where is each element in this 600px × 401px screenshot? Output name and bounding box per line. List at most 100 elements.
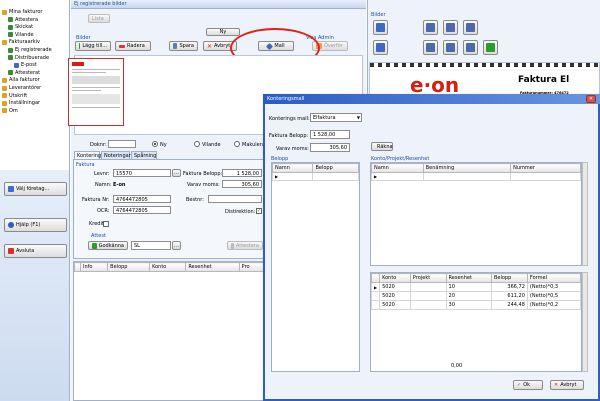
belopp-row[interactable]: ▶ [271,172,359,181]
radio-vilande[interactable] [194,141,200,147]
dialog-mall-value: Elfaktura [313,115,336,121]
column-header[interactable]: Belopp [490,273,528,283]
tab-0[interactable]: Kontering [74,151,101,159]
tree-item[interactable]: Om [2,108,18,114]
tree-item[interactable]: Vilande [8,32,34,38]
doknr-label: Doknr: [90,142,107,148]
tab-2[interactable]: Spårning [131,151,157,159]
radio-ny[interactable] [152,141,158,147]
rows-grid-scrollbar[interactable] [582,272,588,372]
transfer-label: Överför [324,43,343,49]
column-header[interactable]: Projekt [409,273,447,283]
dialog-moms-field[interactable]: 305,60 [310,143,350,152]
page-tool-button[interactable] [423,20,438,35]
dialog-moms-label: Varav moms: [276,146,309,152]
ocr-field[interactable]: 4764472805 [113,206,171,214]
folder-icon [8,70,13,76]
edit-tool-button[interactable] [373,40,388,55]
cell-resenhet: 30 [445,300,492,310]
tree-item[interactable]: Ej registrerade [8,47,52,53]
column-header[interactable]: Belopp [107,262,151,272]
exit-button[interactable]: Avsluta [4,244,67,258]
tree-item[interactable]: Inställningar [2,100,40,106]
table-row[interactable]: ▶ 5020 10 366,72 (Netto)*0,3 [370,282,582,292]
tree-item[interactable]: Fakturaarkiv [2,39,40,45]
column-header[interactable]: Namn [271,163,314,173]
berakna-button[interactable]: Räkna [371,142,393,151]
column-header[interactable]: Info [79,262,109,272]
new-button[interactable]: Ny [206,28,240,36]
page-icon [466,23,475,32]
table-row[interactable]: 5020 30 244,48 (Netto)*0,2 [370,300,582,310]
fakturanr-field[interactable]: 4764472805 [113,195,171,203]
chevron-down-icon: ▼ [356,115,360,120]
column-header[interactable]: Formel [526,273,582,283]
save-icon [173,43,178,49]
tree-item[interactable]: Skickat [8,24,33,30]
tree-item[interactable]: Utskrift [2,93,27,99]
change-company-button[interactable]: Välj företag... [4,182,67,196]
list-button[interactable]: Lista [88,14,110,23]
godkanna-button[interactable]: Godkänna [88,241,128,250]
attest-code-field[interactable]: SL [131,241,171,250]
column-header[interactable]: Konto [149,262,187,272]
dialog-mall-select[interactable]: Elfaktura ▼ [310,113,362,122]
attest-lookup-button[interactable]: … [172,241,181,250]
belopp-field[interactable]: 1 528,00 [222,169,262,177]
levnr-field[interactable]: 15570 [113,169,171,177]
zoom-icon [376,23,385,32]
attestera-button[interactable]: Attestera [227,241,263,250]
konto-grid-scrollbar[interactable] [582,162,588,266]
column-header[interactable]: Resenhet [445,273,492,283]
tree-item[interactable]: Mina fakturor [2,9,42,15]
column-header[interactable]: Nummer [510,163,581,173]
dialog-title: Konteringsmall [267,96,305,102]
close-icon: ✕ [554,382,559,388]
bestnr-field[interactable] [208,195,262,203]
folder-icon [8,24,13,30]
konto-row[interactable]: ▶ [371,172,581,181]
tree-item[interactable]: Leverantörer [2,85,41,91]
save-button[interactable]: Spara [169,41,198,51]
table-row[interactable]: 5020 20 611,20 (Netto)*0,5 [370,291,582,301]
distriktion-checkbox[interactable]: ✓ [256,208,262,214]
page-tool-button[interactable] [463,20,478,35]
column-header[interactable]: Konto [379,273,411,283]
radio-makulerad[interactable] [234,141,240,147]
ocr-value: 4764472805 [116,208,148,214]
column-header[interactable]: Benämning [422,163,512,173]
help-button[interactable]: Hjälp (F1) [4,218,67,232]
dialog-cancel-button[interactable]: ✕ Avbryt [550,380,584,390]
close-icon: ✕ [207,42,213,50]
tree-item[interactable]: E-post [14,62,37,68]
tab-1[interactable]: Noteringar [101,151,131,159]
moms-field[interactable]: 305,60 [222,180,262,188]
tree-item[interactable]: Distribuerade [8,55,49,61]
dialog-close-button[interactable]: ✕ [586,95,596,103]
dialog-belopp-field[interactable]: 1 528,00 [310,130,350,139]
tree-item-label: Leverantörer [9,85,42,91]
page-tool-button[interactable] [443,20,458,35]
column-header[interactable]: Namn [371,163,424,173]
column-header[interactable]: Belopp [312,163,359,173]
levnr-lookup-button[interactable]: … [172,169,181,177]
tree-item[interactable]: Alla fakturor [2,77,40,83]
delete-button[interactable]: Radera [115,41,151,51]
scan-tool-button[interactable] [423,40,438,55]
rotate-tool-button[interactable] [483,40,498,55]
tree-item[interactable]: Attesterat [8,70,40,76]
invoice-thumbnail[interactable] [68,58,124,126]
tree-item-label: Utskrift [9,92,28,99]
doknr-field[interactable] [108,140,136,148]
tree-item[interactable]: Attestera [8,17,38,23]
column-header[interactable]: Pro [238,262,265,272]
page-tool-button[interactable] [463,40,478,55]
print-tool-button[interactable] [443,40,458,55]
zoom-tool-button[interactable] [373,20,388,35]
sidebar-bottom [0,170,70,401]
belopp-label: Faktura Belopp: [183,171,223,177]
dialog-konto-grid: Namn Benämning Nummer ▶ [370,162,582,266]
column-header[interactable]: Resenhet [185,262,240,272]
add-button[interactable]: Lägg till... [75,41,111,51]
ok-button[interactable]: ✓ Ok [513,380,543,390]
